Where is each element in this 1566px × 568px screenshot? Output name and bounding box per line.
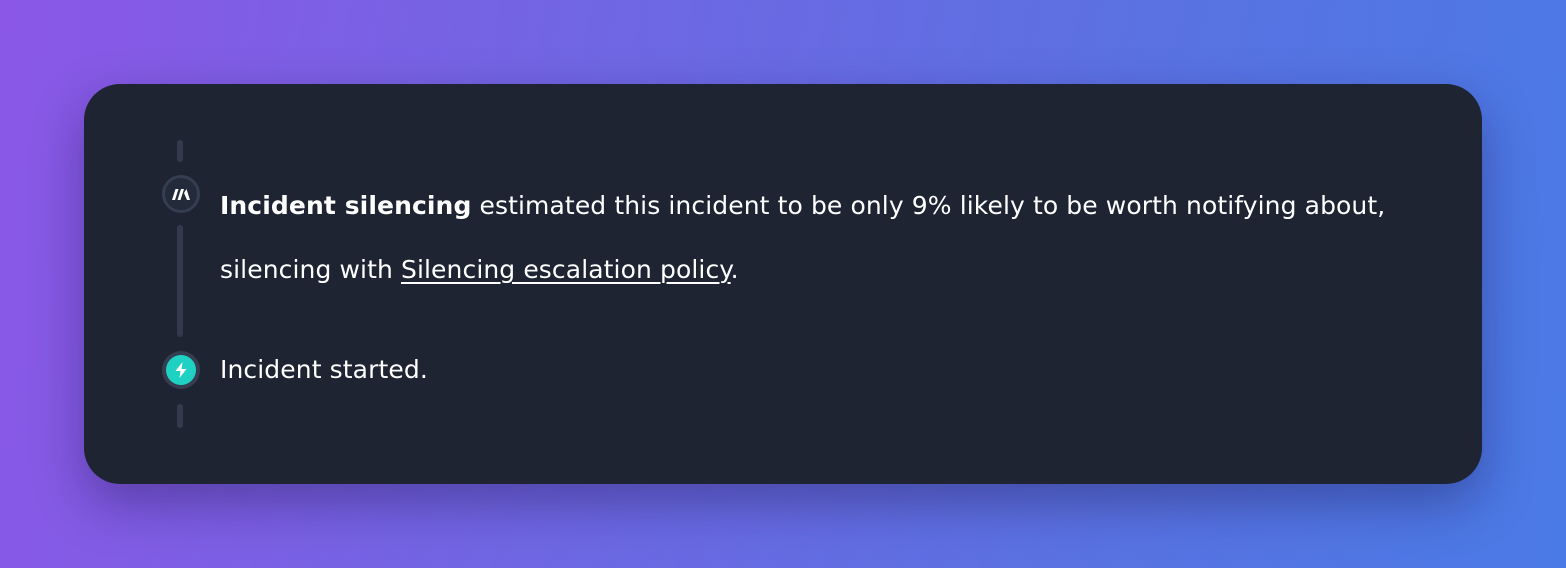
timeline-connector [177,140,183,162]
lightning-bolt-node [162,351,200,389]
entry-text-end: . [730,255,739,284]
entry-text: Incident started. [220,355,428,384]
timeline-entry-started: Incident started. [220,350,428,390]
silencing-escalation-policy-link[interactable]: Silencing escalation policy [401,255,731,284]
timeline-connector [177,404,183,428]
timeline-connector [177,225,183,337]
lightning-bolt-icon [166,355,196,385]
timeline-entry-silencing: Incident silencing estimated this incide… [220,174,1420,302]
timeline-card: Incident silencing estimated this incide… [84,84,1482,484]
entry-actor: Incident silencing [220,191,472,220]
incident-io-logo-icon [162,175,200,213]
